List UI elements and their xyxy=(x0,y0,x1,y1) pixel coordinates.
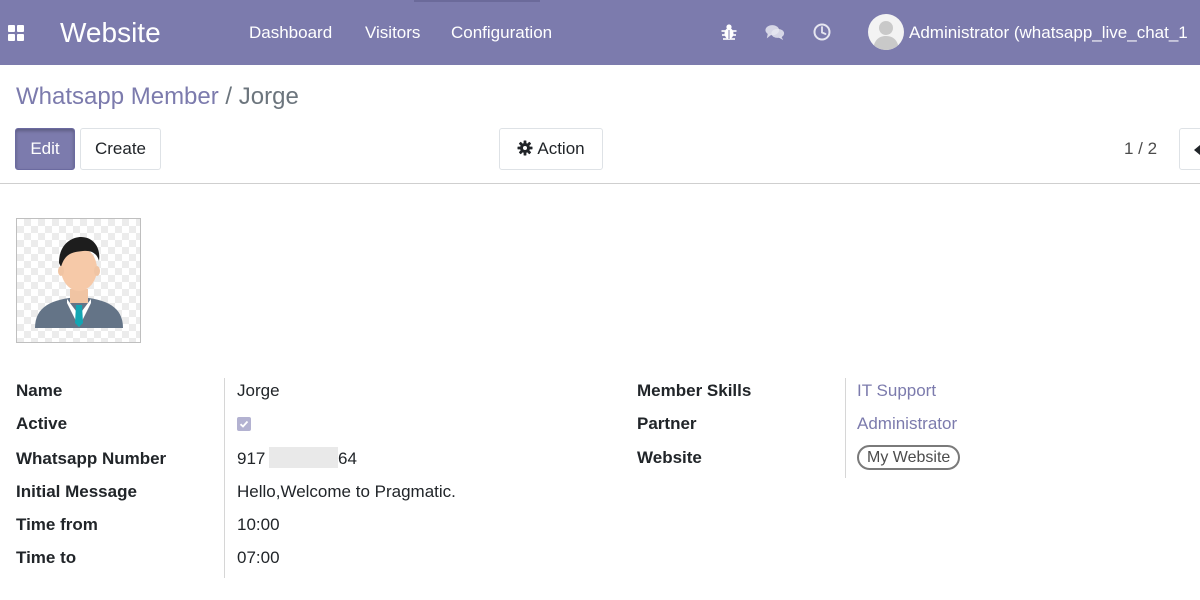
whatsapp-number-label: Whatsapp Number xyxy=(16,449,167,468)
menu-visitors[interactable]: Visitors xyxy=(365,23,420,43)
initial-message-value: Hello,Welcome to Pragmatic. xyxy=(237,482,456,501)
pager-value[interactable]: 1 / 2 xyxy=(1124,139,1157,159)
breadcrumb-parent[interactable]: Whatsapp Member xyxy=(16,83,219,110)
chat-icon[interactable] xyxy=(765,22,785,42)
control-panel-divider xyxy=(0,183,1200,184)
member-skills-label: Member Skills xyxy=(637,381,752,400)
initial-message-label: Initial Message xyxy=(16,482,137,501)
user-menu-label[interactable]: Administrator (whatsapp_live_chat_1 xyxy=(909,23,1188,43)
member-skills-link[interactable]: IT Support xyxy=(857,381,936,401)
person-avatar-icon xyxy=(35,237,123,328)
active-checkbox[interactable] xyxy=(237,417,251,431)
apps-icon[interactable] xyxy=(8,25,24,41)
clock-icon[interactable] xyxy=(812,22,832,42)
whatsapp-number-suffix: 64 xyxy=(338,449,357,468)
left-group-separator xyxy=(224,378,225,578)
name-value: Jorge xyxy=(237,381,280,400)
time-to-label: Time to xyxy=(16,548,77,567)
menu-active-indicator xyxy=(414,0,540,2)
top-navbar: Website Dashboard Visitors Configuration… xyxy=(0,0,1200,65)
partner-link[interactable]: Administrator xyxy=(857,414,957,434)
active-label: Active xyxy=(16,414,68,433)
time-from-label: Time from xyxy=(16,515,98,534)
menu-dashboard[interactable]: Dashboard xyxy=(249,23,332,43)
website-label: Website xyxy=(637,448,702,467)
time-from-value: 10:00 xyxy=(237,515,280,534)
pager-previous-button[interactable] xyxy=(1179,128,1200,170)
right-group-separator xyxy=(845,378,846,478)
bug-icon[interactable] xyxy=(719,22,739,42)
whatsapp-number-prefix: 917 xyxy=(237,449,266,468)
time-to-value: 07:00 xyxy=(237,548,280,567)
edit-button[interactable]: Edit xyxy=(15,128,75,170)
gear-icon xyxy=(517,140,533,156)
check-icon xyxy=(239,420,249,428)
breadcrumb-separator: / xyxy=(225,83,233,110)
action-button-label: Action xyxy=(537,139,585,158)
website-tag[interactable]: My Website xyxy=(857,445,961,470)
partner-label: Partner xyxy=(637,414,697,433)
breadcrumb: Whatsapp Member / Jorge xyxy=(16,83,299,111)
breadcrumb-current: Jorge xyxy=(238,83,299,110)
action-button[interactable]: Action xyxy=(499,128,603,170)
create-button[interactable]: Create xyxy=(80,128,161,170)
redacted-number-mask xyxy=(269,447,338,468)
user-avatar[interactable] xyxy=(868,14,904,50)
name-label: Name xyxy=(16,381,63,400)
menu-configuration[interactable]: Configuration xyxy=(451,23,552,43)
app-title[interactable]: Website xyxy=(60,16,161,50)
member-photo[interactable] xyxy=(16,218,141,343)
